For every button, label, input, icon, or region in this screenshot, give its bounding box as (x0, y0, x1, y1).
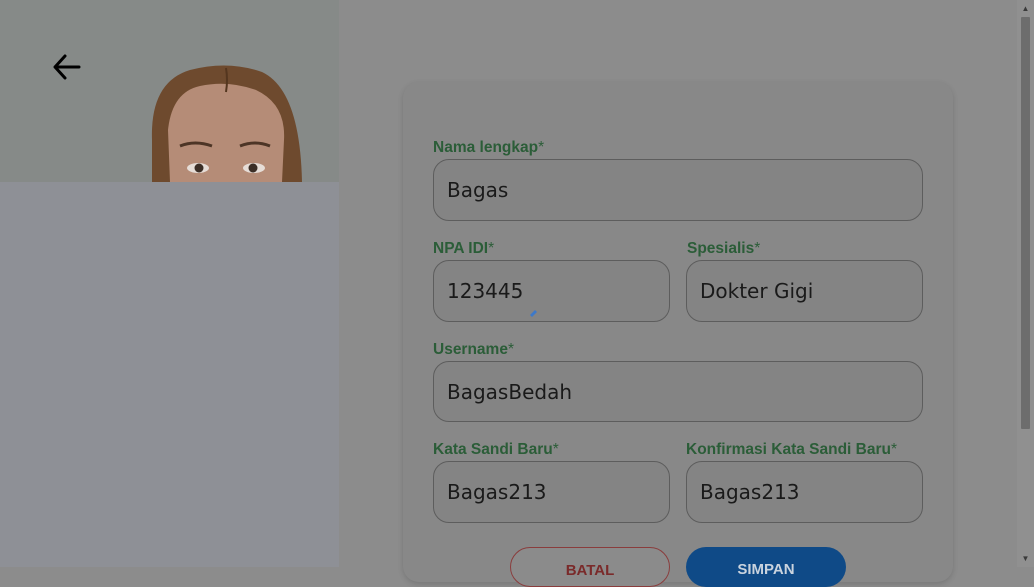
save-button[interactable]: SIMPAN (686, 547, 846, 587)
required-mark: * (538, 139, 545, 156)
username-label: Username* (433, 341, 514, 359)
full-name-label: Nama lengkap* (433, 139, 544, 157)
required-mark: * (754, 240, 761, 257)
full-name-value: Bagas (447, 178, 509, 202)
vertical-scrollbar[interactable]: ▲ ▼ (1017, 0, 1034, 567)
npa-idi-input[interactable]: 123445 (433, 260, 670, 322)
new-password-label: Kata Sandi Baru* (433, 441, 559, 459)
triangle-up-icon[interactable]: ▲ (1017, 0, 1034, 17)
arrow-left-icon (50, 54, 84, 88)
specialist-label: Spesialis* (687, 240, 760, 258)
new-password-input[interactable]: Bagas213 (433, 461, 670, 523)
npa-idi-label-text: NPA IDI (433, 240, 489, 257)
specialist-input[interactable]: Dokter Gigi (686, 260, 923, 322)
username-label-text: Username (433, 341, 508, 358)
required-mark: * (507, 341, 515, 358)
left-panel (0, 0, 339, 567)
doctor-portrait (0, 0, 339, 182)
new-password-label-text: Kata Sandi Baru (433, 441, 553, 458)
cancel-button[interactable]: BATAL (510, 547, 670, 587)
required-mark: * (891, 441, 898, 458)
username-value: BagasBedah (447, 379, 572, 404)
cancel-button-label: BATAL (565, 562, 615, 579)
full-name-input[interactable]: Bagas (433, 159, 923, 221)
specialist-label-text: Spesialis (687, 240, 755, 257)
required-mark: * (488, 240, 495, 257)
confirm-password-label-text: Konfirmasi Kata Sandi Baru (686, 441, 891, 458)
triangle-down-icon[interactable]: ▼ (1017, 550, 1034, 567)
pencil-cursor-icon (529, 305, 539, 317)
full-name-label-text: Nama lengkap (433, 139, 539, 156)
save-button-label: SIMPAN (737, 561, 795, 578)
confirm-password-value: Bagas213 (700, 480, 800, 504)
new-password-value: Bagas213 (447, 480, 547, 504)
required-mark: * (552, 441, 559, 458)
npa-idi-label: NPA IDI* (433, 240, 494, 258)
confirm-password-label: Konfirmasi Kata Sandi Baru* (686, 441, 897, 459)
scroll-thumb[interactable] (1021, 17, 1030, 429)
npa-idi-value: 123445 (447, 279, 524, 303)
profile-photo (0, 0, 339, 182)
confirm-password-input[interactable]: Bagas213 (686, 461, 923, 523)
specialist-value: Dokter Gigi (700, 279, 814, 303)
back-arrow-button[interactable] (50, 50, 84, 84)
username-input[interactable]: BagasBedah (433, 361, 923, 422)
